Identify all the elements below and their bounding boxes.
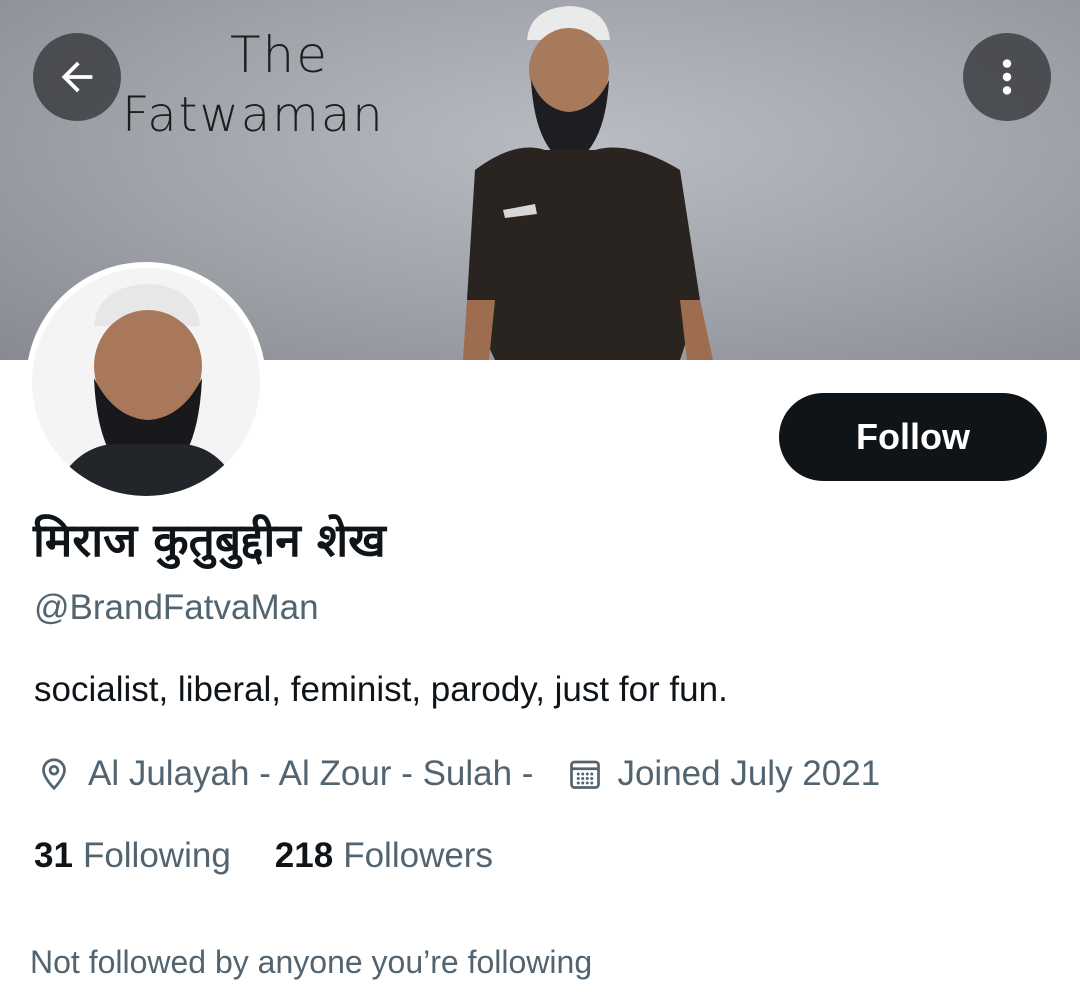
following-link[interactable]: 31 Following: [34, 836, 231, 876]
more-options-button[interactable]: [963, 33, 1051, 121]
profile-meta: Al Julayah - Al Zour - Sulah - Joined Ju…: [34, 752, 880, 796]
profile-handle: @BrandFatvaMan: [34, 588, 319, 627]
banner-title: The Fatwaman: [122, 25, 452, 145]
not-followed-notice: Not followed by anyone you’re following: [30, 944, 593, 980]
location-icon: [34, 754, 74, 794]
arrow-left-icon: [61, 61, 93, 93]
following-count: 31: [34, 836, 73, 875]
profile-stats: 31 Following 218 Followers: [34, 836, 493, 876]
profile-avatar[interactable]: [32, 268, 260, 496]
more-vertical-icon: [1002, 59, 1012, 95]
banner-title-line2: Fatwaman: [122, 87, 385, 143]
calendar-icon: [565, 754, 605, 794]
followers-link[interactable]: 218 Followers: [275, 836, 493, 876]
profile-joined-date: Joined July 2021: [617, 754, 881, 793]
profile-location: Al Julayah - Al Zour - Sulah -: [88, 754, 534, 793]
avatar-image: [32, 268, 260, 496]
following-label: Following: [82, 836, 231, 875]
follow-button[interactable]: Follow: [779, 393, 1047, 481]
display-name: मिराज कुतुबुद्दीन शेख: [33, 513, 386, 567]
profile-bio: socialist, liberal, feminist, parody, ju…: [34, 670, 728, 709]
banner-person-image: [463, 6, 713, 360]
followers-label: Followers: [343, 836, 493, 875]
followers-count: 218: [274, 836, 334, 875]
banner-title-line1: The: [230, 26, 329, 84]
back-button[interactable]: [33, 33, 121, 121]
